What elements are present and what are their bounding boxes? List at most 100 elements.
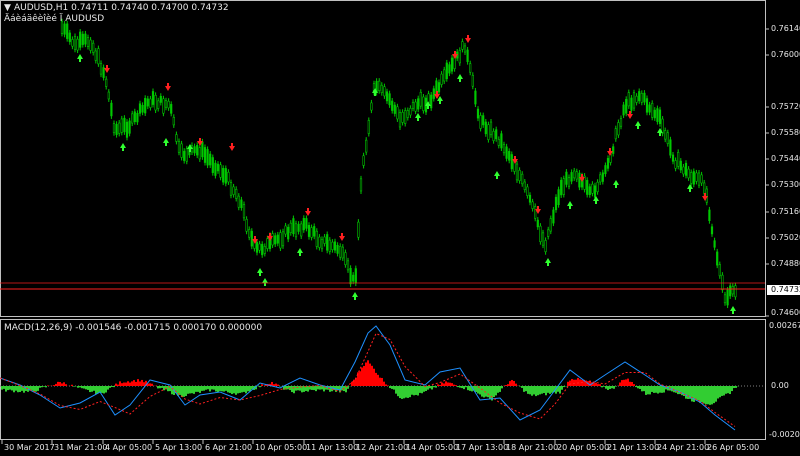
macd-histogram-bar	[525, 386, 527, 392]
macd-histogram-bar	[241, 386, 243, 393]
macd-histogram-bar	[109, 386, 111, 388]
candle-body	[203, 147, 207, 163]
price-tick: 0.75020	[771, 233, 800, 242]
buy-arrow-icon	[352, 292, 358, 300]
candle-body	[463, 45, 467, 53]
candle-body	[482, 115, 485, 126]
macd-histogram-bar	[481, 386, 483, 397]
candle-body	[531, 201, 534, 209]
macd-histogram-bar	[687, 386, 689, 399]
candle-body	[692, 171, 695, 185]
macd-histogram-bar	[435, 386, 437, 388]
candle-body	[440, 73, 443, 85]
candle-body	[320, 239, 324, 250]
candle-body	[536, 219, 539, 228]
sell-arrow-icon	[165, 83, 171, 91]
macd-histogram-bar	[487, 386, 489, 398]
macd-histogram-bar	[701, 386, 703, 402]
candle-body	[84, 33, 87, 45]
candle-body	[471, 74, 474, 87]
candle-body	[643, 92, 646, 103]
macd-histogram-bar	[219, 386, 221, 391]
macd-histogram-bar	[197, 386, 199, 392]
macd-histogram-bar	[633, 384, 635, 386]
candle-body	[131, 113, 134, 124]
candle-body	[240, 199, 243, 208]
macd-histogram-bar	[187, 386, 189, 394]
macd-histogram-bar	[313, 386, 315, 391]
macd-histogram-bar	[131, 381, 133, 386]
candle-body	[255, 242, 259, 253]
candle-body	[385, 91, 389, 102]
candle-body	[539, 225, 542, 242]
candle-body	[479, 115, 482, 129]
price-tick: 0.75160	[771, 207, 800, 216]
candle-body	[565, 171, 568, 185]
candle-body	[614, 128, 617, 140]
chart-canvas[interactable]	[0, 0, 800, 456]
macd-histogram-bar	[595, 382, 597, 386]
candle-body	[307, 225, 311, 237]
macd-histogram-bar	[627, 378, 629, 386]
candle-body	[541, 232, 545, 246]
candle-body	[703, 182, 706, 194]
price-tick: 0.75300	[771, 180, 800, 189]
buy-arrow-icon	[613, 180, 619, 188]
macd-histogram-bar	[55, 383, 57, 386]
candle-body	[281, 231, 285, 247]
macd-histogram-bar	[451, 383, 453, 386]
macd-histogram-bar	[87, 386, 89, 390]
candle-body	[552, 209, 555, 224]
macd-histogram-bar	[11, 386, 13, 391]
candle-body	[500, 133, 503, 149]
candle-body	[310, 227, 313, 238]
macd-histogram-bar	[297, 386, 299, 391]
macd-histogram-bar	[163, 386, 165, 391]
candle-body	[102, 67, 105, 78]
time-tick: 14 Apr 05:00	[406, 443, 459, 452]
candle-body	[575, 171, 578, 180]
macd-histogram-bar	[273, 384, 275, 386]
macd-histogram-bar	[383, 381, 385, 386]
candle-body	[383, 86, 386, 97]
sell-arrow-icon	[229, 143, 235, 151]
candle-body	[359, 178, 363, 192]
candle-body	[115, 123, 118, 135]
macd-histogram-bar	[57, 381, 59, 386]
candle-body	[328, 239, 331, 252]
candle-body	[73, 36, 77, 50]
candle-body	[209, 153, 212, 166]
macd-histogram-bar	[489, 386, 491, 400]
macd-histogram-bar	[315, 386, 317, 392]
macd-histogram-bar	[207, 386, 209, 390]
chart-menu-arrow[interactable]: ▼	[4, 3, 11, 13]
macd-tick: -0.002085	[769, 430, 800, 439]
macd-histogram-bar	[421, 386, 423, 394]
macd-histogram-bar	[275, 383, 277, 386]
candle-body	[365, 139, 368, 153]
candle-body	[224, 168, 227, 184]
candle-body	[632, 92, 636, 109]
macd-histogram-bar	[677, 386, 679, 395]
candle-body	[201, 141, 204, 158]
candle-body	[159, 95, 162, 103]
macd-histogram-bar	[727, 386, 729, 394]
candle-body	[645, 98, 649, 113]
candle-body	[287, 226, 290, 240]
buy-arrow-icon	[297, 248, 303, 256]
candle-body	[534, 206, 537, 219]
macd-histogram-bar	[141, 379, 143, 386]
macd-histogram-bar	[695, 386, 697, 400]
candle-body	[554, 196, 558, 211]
candle-body	[437, 82, 441, 93]
macd-histogram-bar	[635, 386, 637, 388]
sell-arrow-icon	[465, 35, 471, 43]
macd-histogram-bar	[623, 379, 625, 386]
candle-body	[162, 98, 165, 114]
candle-body	[198, 147, 201, 160]
macd-histogram-bar	[157, 386, 159, 389]
candle-body	[123, 117, 126, 133]
macd-histogram-bar	[231, 386, 233, 395]
macd-histogram-bar	[601, 386, 603, 388]
candle-body	[170, 104, 173, 114]
